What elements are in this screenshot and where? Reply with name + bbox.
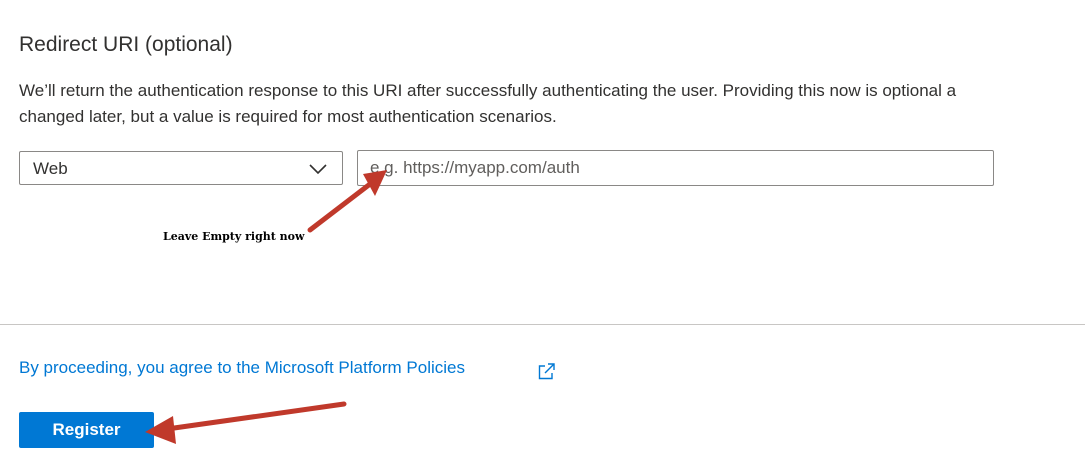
chevron-down-icon (309, 164, 327, 175)
redirect-uri-title: Redirect URI (optional) (19, 33, 233, 56)
redirect-uri-input[interactable] (357, 150, 994, 186)
platform-select-value: Web (33, 159, 68, 178)
redirect-uri-description-line-2: changed later, but a value is required f… (19, 107, 557, 126)
annotation-arrow-to-register (145, 401, 347, 444)
register-button[interactable]: Register (19, 412, 154, 448)
external-link-icon[interactable] (536, 361, 557, 382)
section-divider (0, 324, 1085, 325)
redirect-uri-description: We’ll return the authentication response… (19, 78, 1085, 130)
annotation-note: Leave Empty right now (163, 230, 305, 243)
redirect-uri-description-line-1: We’ll return the authentication response… (19, 81, 957, 100)
platform-policies-link[interactable]: By proceeding, you agree to the Microsof… (19, 358, 465, 378)
platform-select[interactable]: Web (19, 151, 343, 185)
